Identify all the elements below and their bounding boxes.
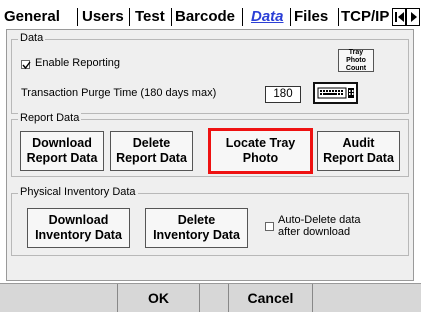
delete-inventory-data-button[interactable]: Delete Inventory Data	[145, 208, 248, 248]
delete-inventory-line1: Delete	[177, 213, 216, 227]
download-inventory-data-button[interactable]: Download Inventory Data	[27, 208, 130, 248]
tab-separator	[338, 8, 339, 26]
tab-scroll-right-button[interactable]	[406, 8, 420, 26]
download-inventory-line1: Download	[48, 213, 109, 227]
auto-delete-checkbox[interactable]	[265, 222, 274, 231]
physical-inventory-group: Physical Inventory Data Download Invento…	[11, 186, 409, 256]
delete-report-line1: Delete	[132, 136, 171, 150]
report-data-group: Report Data Download Report Data Delete …	[11, 112, 409, 177]
auto-delete-line1: Auto-Delete data	[278, 214, 361, 226]
download-report-data-button[interactable]: Download Report Data	[20, 131, 104, 171]
purge-time-field[interactable]: 180	[265, 86, 301, 103]
locate-tray-photo-button[interactable]: Locate Tray Photo	[208, 128, 313, 174]
tray-photo-count-button[interactable]: Tray Photo Count	[338, 49, 374, 72]
enable-reporting-checkbox[interactable]	[21, 60, 31, 70]
enable-reporting-label: Enable Reporting	[35, 57, 121, 69]
audit-report-data-button[interactable]: Audit Report Data	[317, 131, 400, 171]
tab-users[interactable]: Users	[82, 6, 124, 28]
tray-photo-count-line2: Count	[345, 64, 367, 72]
report-data-group-title: Report Data	[18, 112, 82, 124]
tab-separator	[242, 8, 243, 26]
cancel-button[interactable]: Cancel	[228, 284, 313, 312]
locate-tray-line1: Locate Tray	[225, 136, 296, 150]
locate-tray-line2: Photo	[242, 151, 279, 165]
keyboard-button[interactable]	[313, 82, 358, 104]
checkmark-icon	[22, 61, 31, 70]
tab-test[interactable]: Test	[135, 6, 165, 28]
tab-separator	[129, 8, 130, 26]
audit-report-line2: Report Data	[323, 151, 394, 165]
tab-scroll-left-button[interactable]	[392, 8, 406, 26]
purge-time-label: Transaction Purge Time (180 days max)	[21, 87, 217, 99]
data-tab-panel: Data Enable Reporting Tray Photo Count T…	[6, 29, 414, 281]
download-report-line2: Report Data	[26, 151, 98, 165]
data-group: Data Enable Reporting Tray Photo Count T…	[11, 32, 409, 114]
delete-report-data-button[interactable]: Delete Report Data	[110, 131, 193, 171]
delete-inventory-line2: Inventory Data	[153, 228, 240, 242]
tab-bar: General Users Test Barcode Data Files TC…	[0, 0, 421, 30]
tab-separator	[77, 8, 78, 26]
tab-separator	[171, 8, 172, 26]
tab-general[interactable]: General	[4, 6, 60, 28]
auto-delete-label: Auto-Delete data after download	[278, 214, 361, 238]
keyboard-icon	[317, 87, 354, 99]
tab-files[interactable]: Files	[294, 6, 328, 28]
footer-bar: OK Cancel	[0, 283, 421, 312]
tab-data[interactable]: Data	[251, 6, 284, 28]
audit-report-line1: Audit	[342, 136, 375, 150]
data-group-title: Data	[18, 32, 46, 44]
download-report-line1: Download	[32, 136, 92, 150]
tab-separator	[290, 8, 291, 26]
arrow-left-icon	[395, 12, 404, 22]
tab-tcpip[interactable]: TCP/IP	[341, 6, 389, 28]
tray-photo-count-line1: Tray Photo	[346, 48, 366, 64]
tab-barcode[interactable]: Barcode	[175, 6, 235, 28]
physical-inventory-group-title: Physical Inventory Data	[18, 186, 138, 198]
ok-button[interactable]: OK	[117, 284, 200, 312]
download-inventory-line2: Inventory Data	[35, 228, 122, 242]
delete-report-line2: Report Data	[116, 151, 187, 165]
auto-delete-line2: after download	[278, 226, 351, 238]
arrow-right-icon	[411, 12, 417, 22]
